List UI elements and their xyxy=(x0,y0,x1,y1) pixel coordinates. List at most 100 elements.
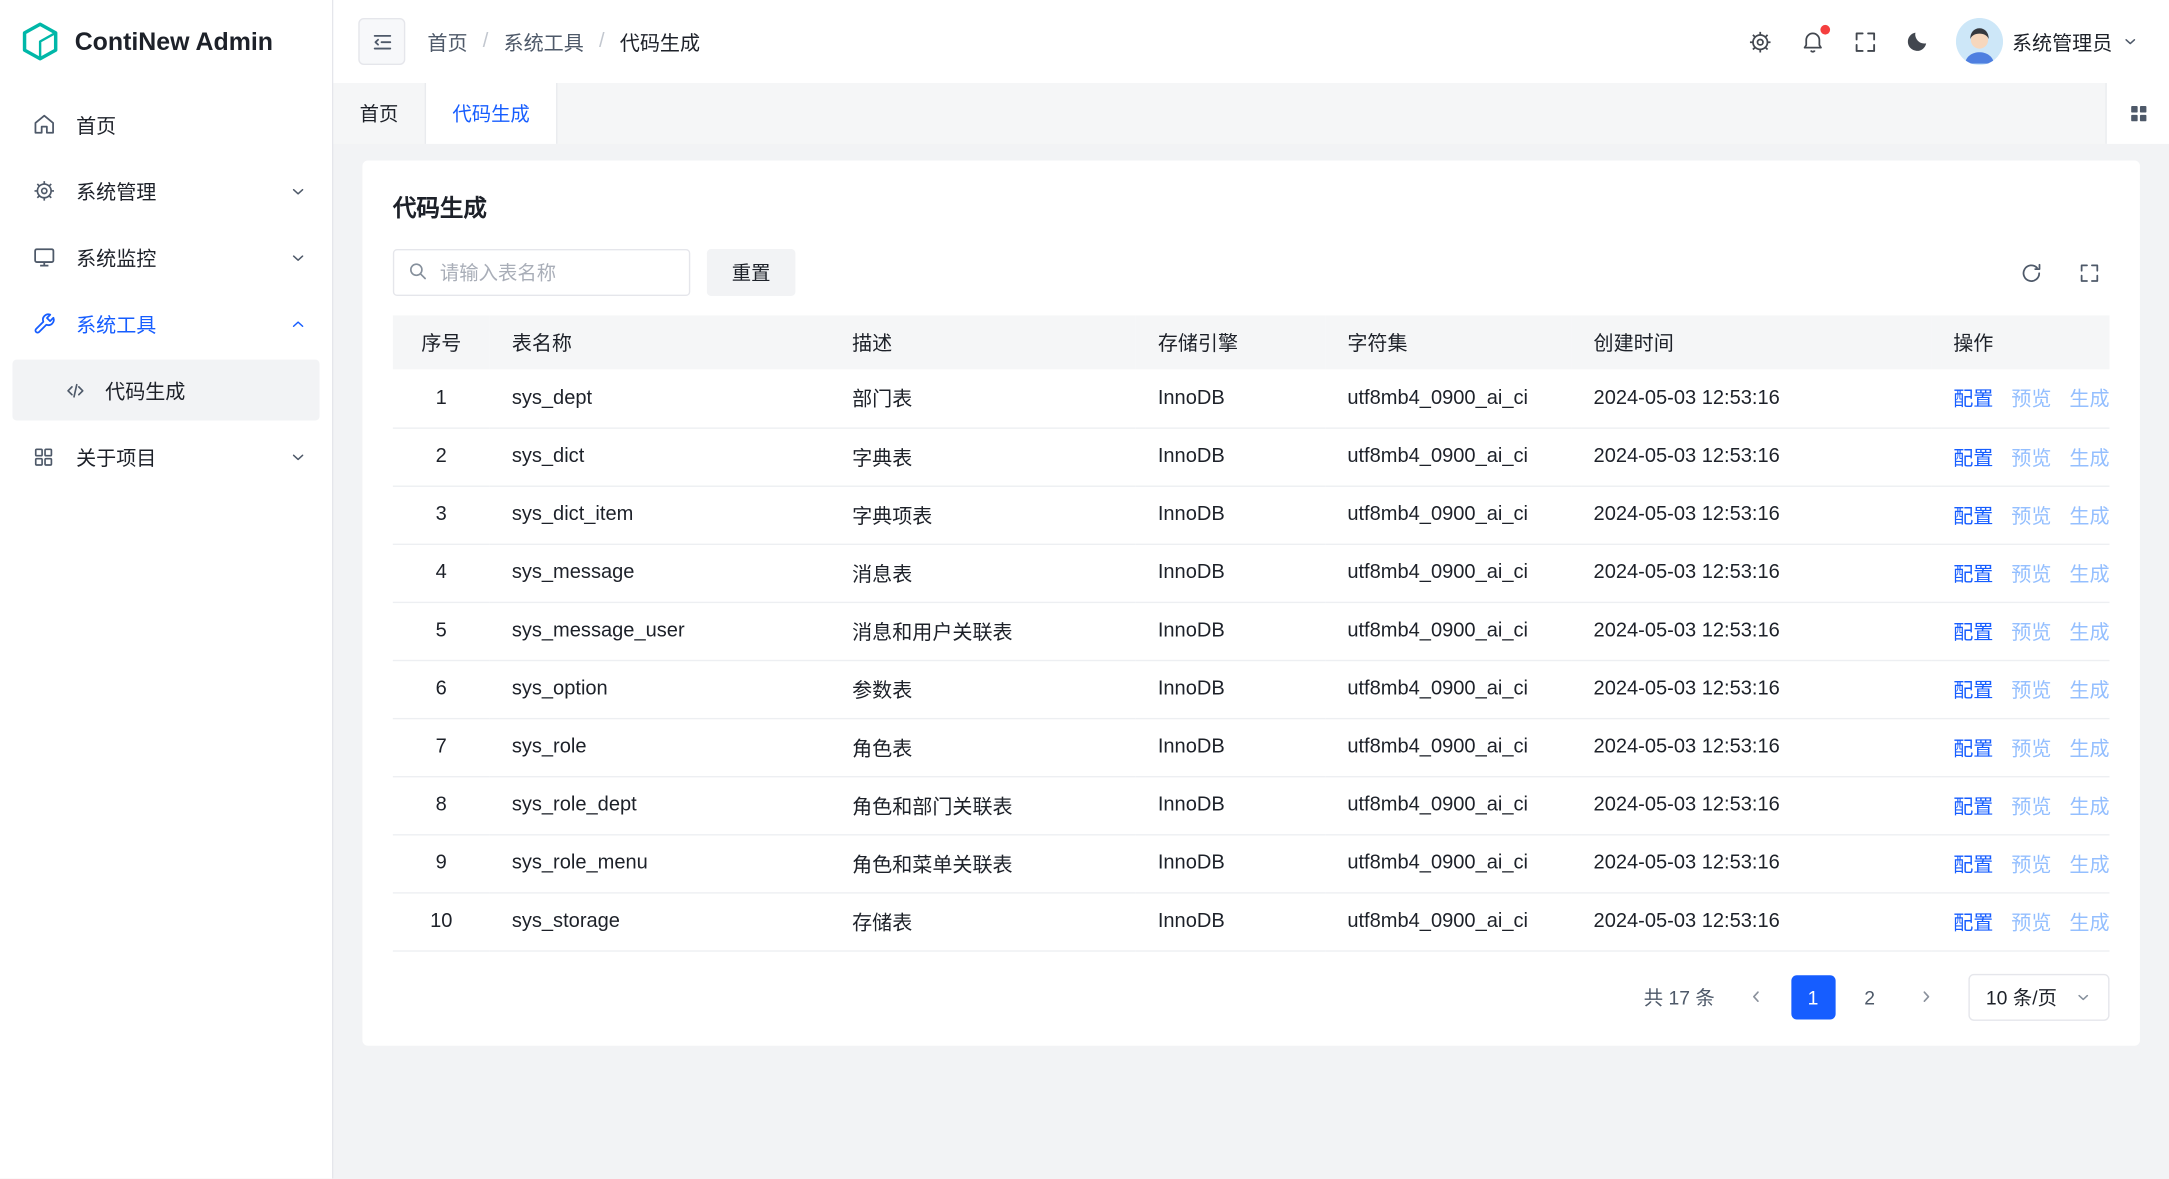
cell-index: 9 xyxy=(393,834,490,892)
row-actions: 配置预览生成 xyxy=(1931,427,2109,485)
pagination-next-button[interactable] xyxy=(1904,975,1948,1019)
preview-link[interactable]: 预览 xyxy=(2011,796,2051,818)
pagination-prev-button[interactable] xyxy=(1734,975,1778,1019)
table-header: 序号 表名称 描述 存储引擎 字符集 创建时间 操作 xyxy=(393,315,2110,369)
cell-created: 2024-05-03 12:53:16 xyxy=(1571,660,1931,718)
chevron-down-icon xyxy=(289,447,307,465)
config-link[interactable]: 配置 xyxy=(1953,564,1993,586)
generate-link[interactable]: 生成 xyxy=(2069,854,2109,876)
cell-index: 10 xyxy=(393,892,490,950)
dark-mode-moon-icon[interactable] xyxy=(1904,29,1929,54)
preview-link[interactable]: 预览 xyxy=(2011,622,2051,644)
page-size-value: 10 条/页 xyxy=(1986,983,2057,1011)
generate-link[interactable]: 生成 xyxy=(2069,447,2109,469)
config-link[interactable]: 配置 xyxy=(1953,854,1993,876)
generate-link[interactable]: 生成 xyxy=(2069,738,2109,760)
preview-link[interactable]: 预览 xyxy=(2011,680,2051,702)
sidebar: ContiNew Admin 首页 系统管理 xyxy=(0,0,333,1179)
code-generation-card: 代码生成 重置 xyxy=(362,160,2140,1045)
notifications-bell-icon[interactable] xyxy=(1799,28,1825,54)
generate-link[interactable]: 生成 xyxy=(2069,564,2109,586)
cell-created: 2024-05-03 12:53:16 xyxy=(1571,602,1931,660)
breadcrumb-item-home[interactable]: 首页 xyxy=(427,27,467,56)
refresh-icon[interactable] xyxy=(2010,252,2051,293)
sidebar-item-about[interactable]: 关于项目 xyxy=(0,423,332,489)
cell-desc: 角色和菜单关联表 xyxy=(830,834,1136,892)
preview-link[interactable]: 预览 xyxy=(2011,447,2051,469)
preview-link[interactable]: 预览 xyxy=(2011,564,2051,586)
config-link[interactable]: 配置 xyxy=(1953,738,1993,760)
column-header-charset: 字符集 xyxy=(1325,315,1571,369)
sidebar-collapse-button[interactable] xyxy=(358,18,405,65)
breadcrumb-item-system-tools[interactable]: 系统工具 xyxy=(504,27,584,56)
config-link[interactable]: 配置 xyxy=(1953,447,1993,469)
cell-name: sys_dict xyxy=(490,427,830,485)
cell-index: 4 xyxy=(393,544,490,602)
sidebar-item-system-management[interactable]: 系统管理 xyxy=(0,158,332,224)
page-size-select[interactable]: 10 条/页 xyxy=(1968,973,2110,1020)
reset-button[interactable]: 重置 xyxy=(707,249,796,296)
cell-name: sys_message xyxy=(490,544,830,602)
user-menu[interactable]: 系统管理员 xyxy=(1955,18,2138,65)
user-name: 系统管理员 xyxy=(2012,27,2112,56)
tab-actions-grid-icon[interactable] xyxy=(2105,83,2169,144)
generate-link[interactable]: 生成 xyxy=(2069,912,2109,934)
app-window: ContiNew Admin 首页 系统管理 xyxy=(0,0,2169,1179)
preview-link[interactable]: 预览 xyxy=(2011,912,2051,934)
preview-link[interactable]: 预览 xyxy=(2011,738,2051,760)
cell-name: sys_dept xyxy=(490,369,830,427)
generate-link[interactable]: 生成 xyxy=(2069,622,2109,644)
cell-name: sys_dict_item xyxy=(490,486,830,544)
generate-link[interactable]: 生成 xyxy=(2069,389,2109,411)
cell-engine: InnoDB xyxy=(1136,486,1326,544)
column-header-ops: 操作 xyxy=(1931,315,2109,369)
gear-icon xyxy=(30,178,56,204)
chevron-down-icon xyxy=(289,248,307,266)
preview-link[interactable]: 预览 xyxy=(2011,389,2051,411)
pagination-page-2[interactable]: 2 xyxy=(1848,975,1892,1019)
cell-engine: InnoDB xyxy=(1136,892,1326,950)
preview-link[interactable]: 预览 xyxy=(2011,506,2051,528)
cell-charset: utf8mb4_0900_ai_ci xyxy=(1325,486,1571,544)
preview-link[interactable]: 预览 xyxy=(2011,854,2051,876)
cell-name: sys_role_dept xyxy=(490,776,830,834)
column-header-created: 创建时间 xyxy=(1571,315,1931,369)
search-input[interactable] xyxy=(393,249,690,296)
sidebar-item-system-tools[interactable]: 系统工具 xyxy=(0,290,332,356)
page-title: 代码生成 xyxy=(393,188,2110,223)
sidebar-item-system-monitor[interactable]: 系统监控 xyxy=(0,224,332,290)
app-logo-icon xyxy=(19,21,60,62)
table-fullscreen-icon[interactable] xyxy=(2068,252,2109,293)
cell-created: 2024-05-03 12:53:16 xyxy=(1571,834,1931,892)
table-row: 5sys_message_user消息和用户关联表InnoDButf8mb4_0… xyxy=(393,602,2110,660)
settings-icon[interactable] xyxy=(1746,28,1772,54)
generate-link[interactable]: 生成 xyxy=(2069,796,2109,818)
chevron-left-icon xyxy=(1747,988,1765,1006)
sidebar-item-label: 系统工具 xyxy=(76,309,270,338)
sidebar-subitem-code-generation[interactable]: 代码生成 xyxy=(12,360,319,421)
cell-charset: utf8mb4_0900_ai_ci xyxy=(1325,776,1571,834)
sidebar-item-home[interactable]: 首页 xyxy=(0,91,332,157)
tab-home[interactable]: 首页 xyxy=(333,83,426,144)
generate-link[interactable]: 生成 xyxy=(2069,680,2109,702)
config-link[interactable]: 配置 xyxy=(1953,796,1993,818)
column-header-name: 表名称 xyxy=(490,315,830,369)
config-link[interactable]: 配置 xyxy=(1953,680,1993,702)
tab-code-generation[interactable]: 代码生成 xyxy=(426,83,557,144)
config-link[interactable]: 配置 xyxy=(1953,912,1993,934)
config-link[interactable]: 配置 xyxy=(1953,389,1993,411)
chevron-down-icon xyxy=(2075,988,2092,1005)
cell-created: 2024-05-03 12:53:16 xyxy=(1571,369,1931,427)
cell-index: 6 xyxy=(393,660,490,718)
cell-engine: InnoDB xyxy=(1136,718,1326,776)
cell-engine: InnoDB xyxy=(1136,369,1326,427)
generate-link[interactable]: 生成 xyxy=(2069,506,2109,528)
config-link[interactable]: 配置 xyxy=(1953,622,1993,644)
column-header-engine: 存储引擎 xyxy=(1136,315,1326,369)
cell-charset: utf8mb4_0900_ai_ci xyxy=(1325,544,1571,602)
fullscreen-icon[interactable] xyxy=(1852,28,1878,54)
config-link[interactable]: 配置 xyxy=(1953,506,1993,528)
pagination-page-1[interactable]: 1 xyxy=(1791,975,1835,1019)
cell-desc: 消息表 xyxy=(830,544,1136,602)
monitor-icon xyxy=(30,244,56,270)
